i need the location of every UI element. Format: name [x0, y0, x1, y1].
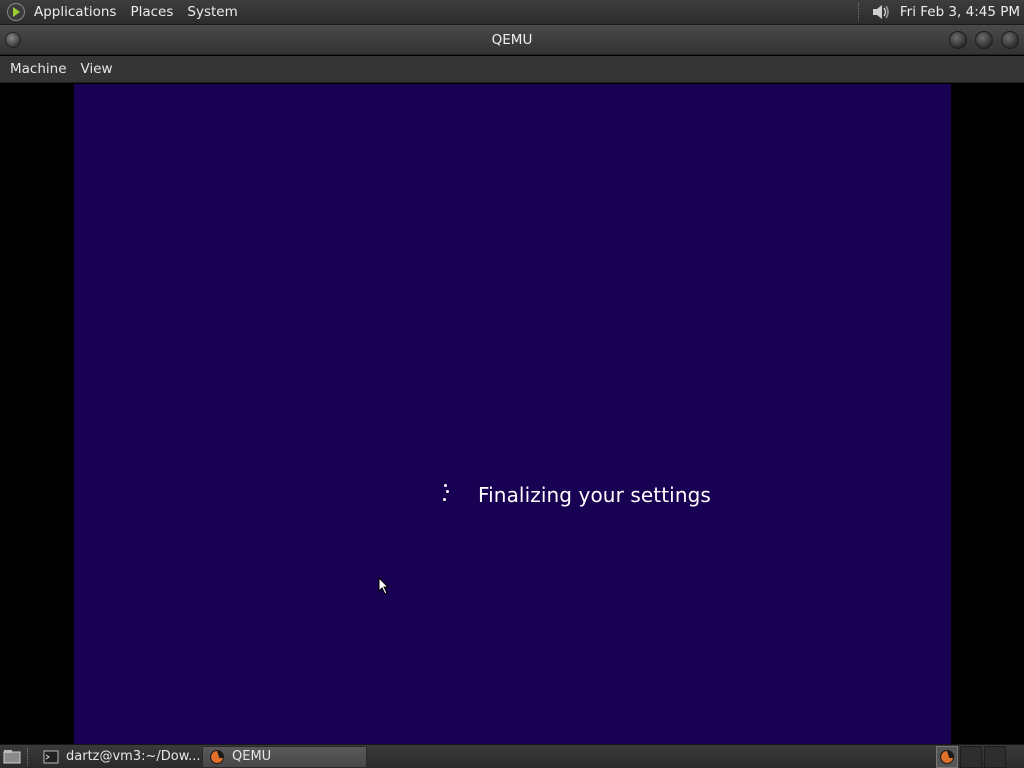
qemu-icon [210, 749, 224, 764]
close-button[interactable] [1001, 30, 1019, 49]
applications-menu[interactable]: Applications [27, 0, 123, 24]
machine-menu[interactable]: Machine [3, 56, 74, 82]
vm-display-area[interactable]: Finalizing your settings [0, 84, 1024, 744]
workspace-1[interactable] [960, 746, 982, 768]
qemu-icon [940, 750, 954, 764]
workspace-2[interactable] [984, 746, 1006, 768]
show-desktop-button[interactable] [1, 746, 23, 768]
panel-separator [857, 3, 862, 21]
mouse-cursor-icon [378, 577, 390, 595]
minimize-button[interactable] [949, 30, 967, 49]
window-controls [949, 30, 1019, 49]
terminal-icon [43, 750, 59, 763]
taskbar-item-terminal[interactable]: dartz@vm3:~/Dow... [37, 746, 202, 768]
panel-menu-bar: Applications Places System [0, 0, 245, 24]
bottom-panel: dartz@vm3:~/Dow... QEMU [0, 744, 1024, 768]
system-menu[interactable]: System [180, 0, 244, 24]
loading-dots-icon [439, 483, 453, 507]
setup-status-message: Finalizing your settings [478, 483, 711, 507]
window-menu-button[interactable] [5, 31, 21, 48]
tray-qemu-button[interactable] [936, 746, 958, 768]
places-menu[interactable]: Places [123, 0, 180, 24]
vm-screen[interactable]: Finalizing your settings [74, 84, 951, 744]
speaker-icon[interactable] [870, 2, 892, 22]
maximize-button[interactable] [975, 30, 993, 49]
window-titlebar[interactable]: QEMU [0, 25, 1024, 55]
taskbar-item-qemu[interactable]: QEMU [202, 745, 367, 768]
clock[interactable]: Fri Feb 3, 4:45 PM [900, 4, 1024, 20]
show-desktop-icon [3, 749, 21, 763]
panel-tray: Fri Feb 3, 4:45 PM [857, 0, 1024, 24]
qemu-menubar: Machine View [0, 56, 1024, 83]
taskbar-item-label: dartz@vm3:~/Dow... [66, 749, 201, 764]
view-menu[interactable]: View [74, 56, 120, 82]
taskbar-separator [27, 747, 31, 766]
gnome-foot-icon[interactable] [6, 2, 26, 22]
taskbar-item-label: QEMU [232, 749, 272, 764]
top-panel: Applications Places System Fri Feb 3, 4:… [0, 0, 1024, 25]
window-title: QEMU [491, 31, 533, 48]
